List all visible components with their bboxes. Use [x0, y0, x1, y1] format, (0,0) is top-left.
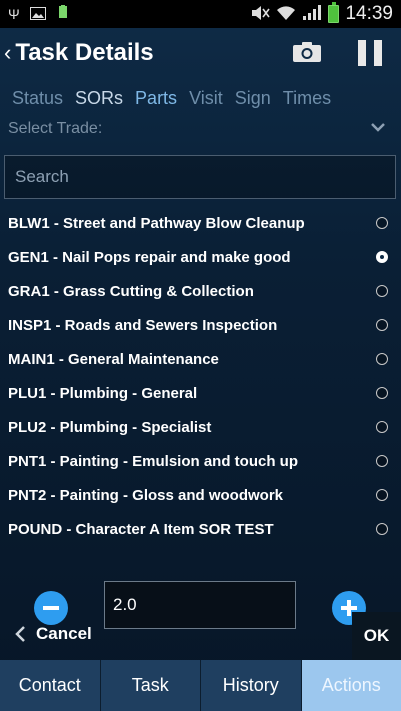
pause-icon[interactable]	[358, 40, 382, 66]
radio-button[interactable]	[376, 319, 388, 331]
radio-button[interactable]	[376, 285, 388, 297]
chevron-left-icon	[15, 626, 25, 642]
radio-button[interactable]	[376, 421, 388, 433]
item-label: PNT1 - Painting - Emulsion and touch up	[8, 452, 298, 470]
minus-icon	[43, 606, 59, 610]
radio-button[interactable]	[376, 523, 388, 535]
item-label: MAIN1 - General Maintenance	[8, 350, 219, 368]
radio-button[interactable]	[376, 387, 388, 399]
list-item[interactable]: GEN1 - Nail Pops repair and make good	[0, 240, 401, 274]
tab-parts[interactable]: Parts	[129, 84, 183, 112]
item-label: BLW1 - Street and Pathway Blow Cleanup	[8, 214, 305, 232]
item-label: POUND - Character A Item SOR TEST	[8, 520, 274, 538]
radio-button-selected[interactable]	[376, 251, 388, 263]
item-label: GEN1 - Nail Pops repair and make good	[8, 248, 291, 266]
radio-button[interactable]	[376, 217, 388, 229]
back-icon[interactable]: ‹	[4, 40, 11, 66]
bottom-nav: Contact Task History Actions	[0, 660, 401, 711]
battery-100-icon	[56, 5, 70, 23]
tab-bar: Status SORs Parts Visit Sign Times	[0, 84, 401, 112]
battery-icon	[328, 2, 340, 23]
item-label: PLU2 - Plumbing - Specialist	[8, 418, 212, 436]
radio-button[interactable]	[376, 455, 388, 467]
status-bar: Ψ 14:39	[0, 0, 401, 28]
wifi-icon	[276, 5, 296, 23]
tab-visit[interactable]: Visit	[183, 84, 229, 112]
nav-task[interactable]: Task	[100, 660, 201, 711]
nav-actions[interactable]: Actions	[301, 660, 401, 711]
list-item[interactable]: PNT2 - Painting - Gloss and woodwork	[0, 478, 401, 512]
cancel-label: Cancel	[36, 624, 92, 643]
radio-button[interactable]	[376, 489, 388, 501]
tab-times[interactable]: Times	[277, 84, 337, 112]
usb-icon: Ψ	[8, 6, 20, 22]
item-label: INSP1 - Roads and Sewers Inspection	[8, 316, 278, 334]
signal-icon	[302, 5, 322, 23]
list-item[interactable]: GRA1 - Grass Cutting & Collection	[0, 274, 401, 308]
item-label: GRA1 - Grass Cutting & Collection	[8, 282, 254, 300]
list-item[interactable]: MAIN1 - General Maintenance	[0, 342, 401, 376]
camera-icon[interactable]	[292, 41, 322, 63]
tab-status[interactable]: Status	[0, 84, 69, 112]
item-label: PLU1 - Plumbing - General	[8, 384, 198, 402]
chevron-down-icon[interactable]	[370, 120, 386, 132]
cancel-button[interactable]: Cancel	[14, 624, 92, 644]
list-item[interactable]: INSP1 - Roads and Sewers Inspection	[0, 308, 401, 342]
sor-list: BLW1 - Street and Pathway Blow Cleanup G…	[0, 206, 401, 546]
list-item[interactable]: PNT1 - Painting - Emulsion and touch up	[0, 444, 401, 478]
list-item[interactable]: BLW1 - Street and Pathway Blow Cleanup	[0, 206, 401, 240]
task-details-screen: ‹ Task Details Status SORs Parts Visit S…	[0, 28, 401, 711]
tab-sors[interactable]: SORs	[69, 84, 129, 112]
image-icon	[29, 6, 46, 22]
search-input[interactable]	[4, 155, 396, 199]
title-bar: ‹ Task Details	[0, 28, 401, 78]
ok-button[interactable]: OK	[352, 612, 401, 660]
page-title: Task Details	[15, 39, 154, 66]
list-item[interactable]: PLU1 - Plumbing - General	[0, 376, 401, 410]
item-label: PNT2 - Painting - Gloss and woodwork	[8, 486, 284, 504]
action-row: Cancel OK	[0, 612, 401, 660]
mute-icon	[250, 5, 271, 23]
list-item[interactable]: PLU2 - Plumbing - Specialist	[0, 410, 401, 444]
nav-history[interactable]: History	[201, 660, 302, 711]
list-item[interactable]: POUND - Character A Item SOR TEST	[0, 512, 401, 546]
nav-contact[interactable]: Contact	[0, 660, 101, 711]
select-trade-label[interactable]: Select Trade:	[8, 120, 102, 138]
clock: 14:39	[345, 3, 393, 24]
radio-button[interactable]	[376, 353, 388, 365]
tab-sign[interactable]: Sign	[229, 84, 277, 112]
